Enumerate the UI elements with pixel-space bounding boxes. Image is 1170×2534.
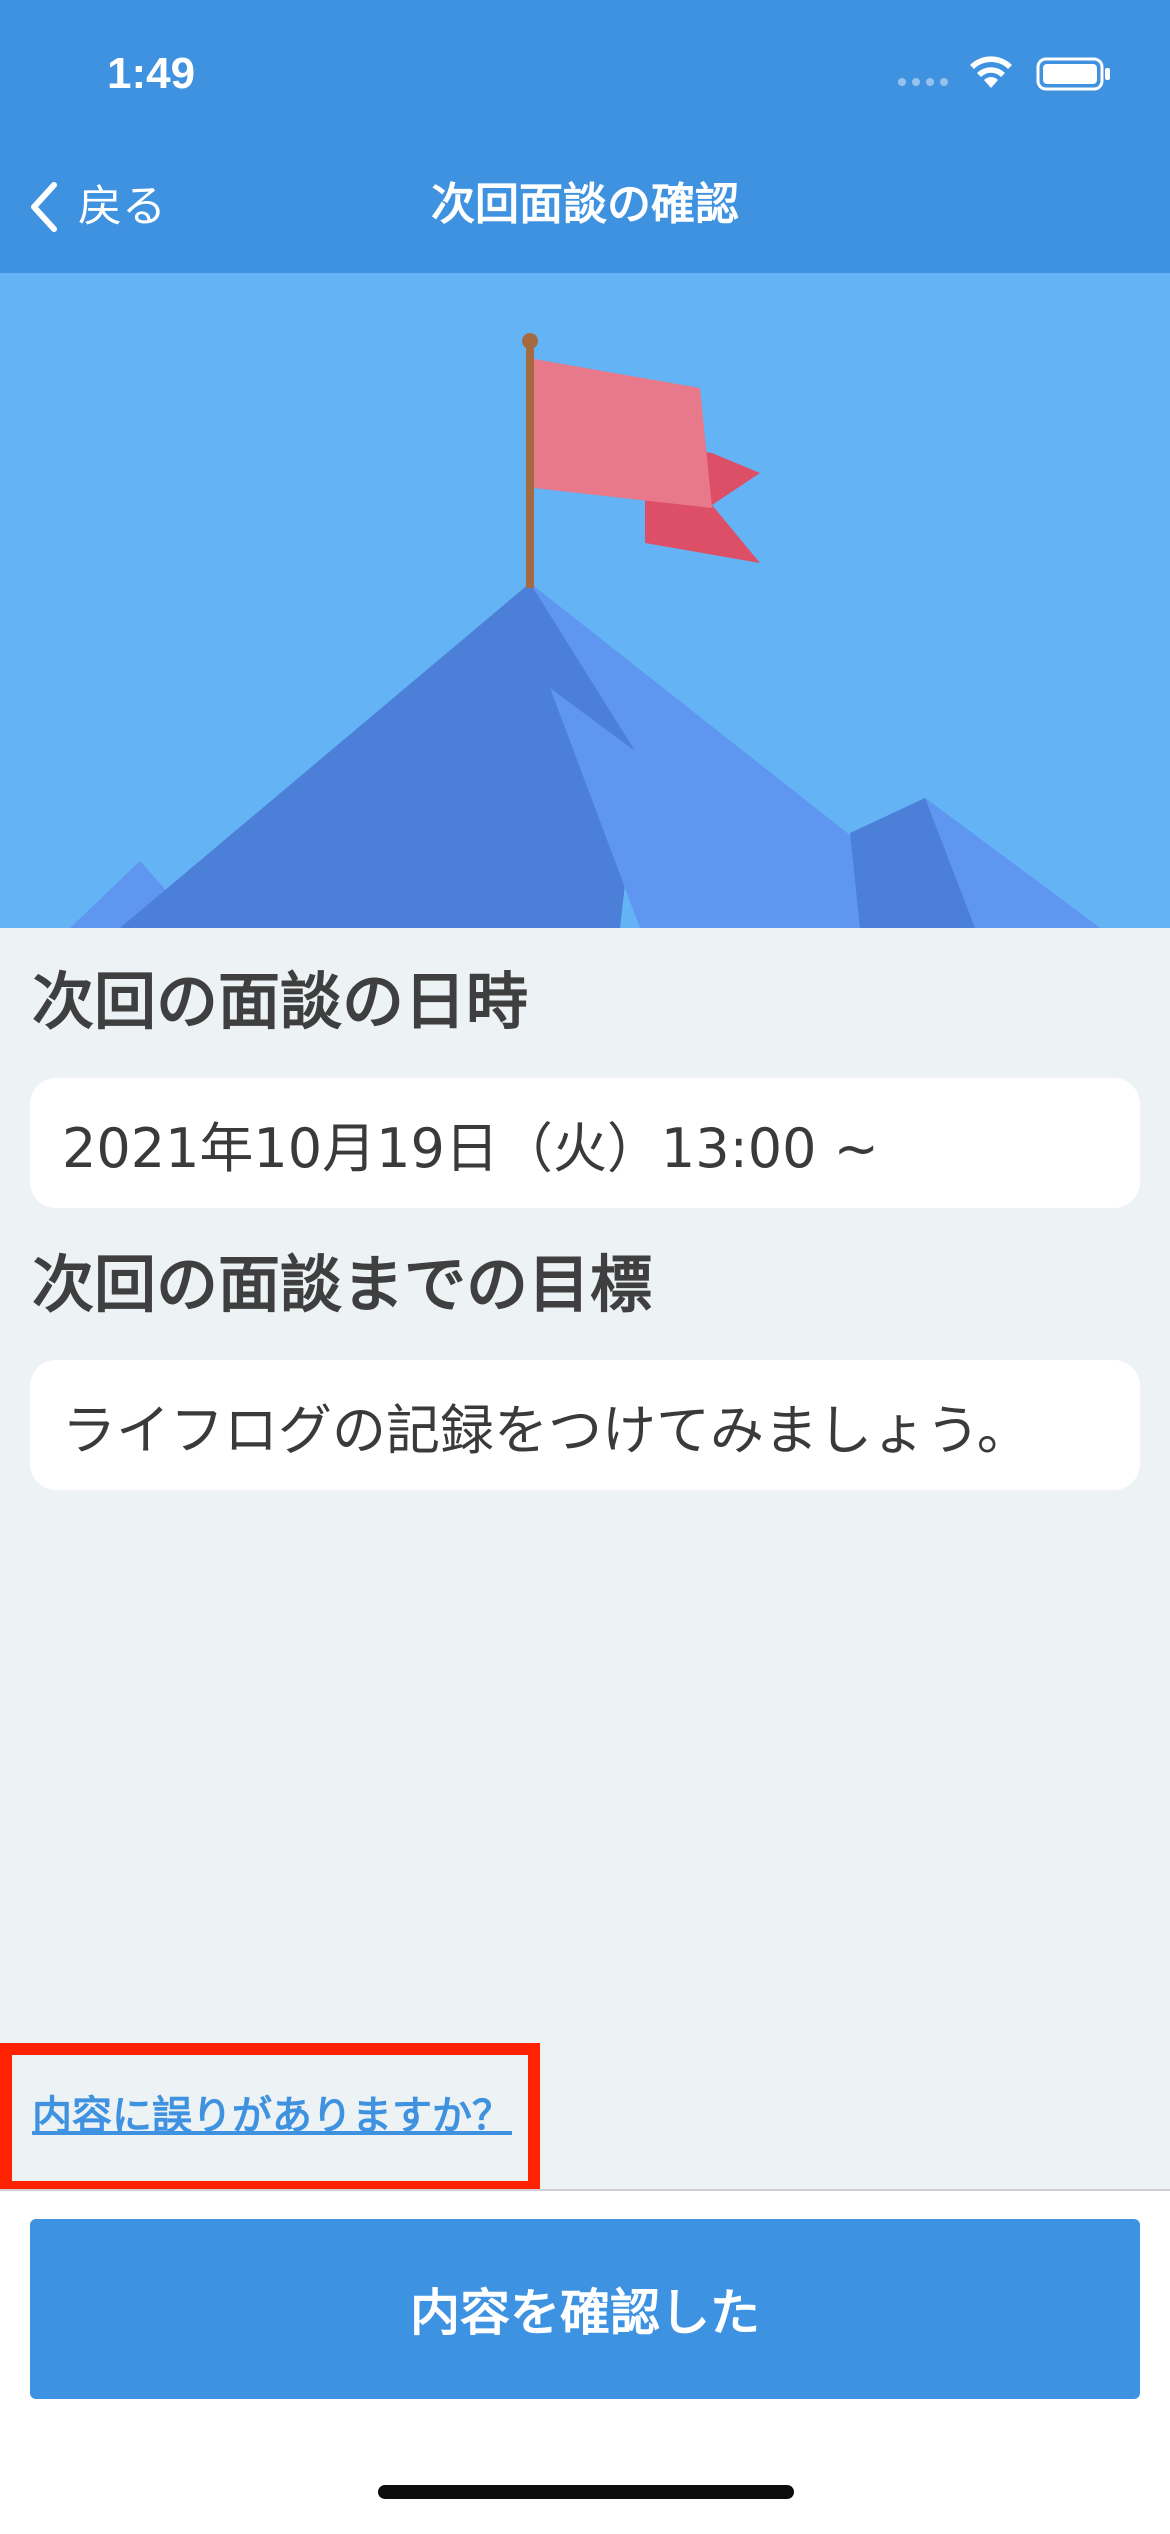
mountain-flag-illustration bbox=[0, 273, 1170, 928]
top-header: 1:49 戻る 次回面談の確認 bbox=[0, 0, 1170, 273]
status-time: 1:49 bbox=[107, 49, 196, 98]
goal-value-card: ライフログの記録をつけてみましょう。 bbox=[30, 1360, 1140, 1490]
home-indicator bbox=[378, 2485, 794, 2499]
battery-icon bbox=[1036, 57, 1110, 91]
report-error-link[interactable]: 内容に誤りがありますか？ bbox=[32, 2085, 512, 2147]
footer: 内容を確認した bbox=[0, 2189, 1170, 2534]
page-title: 次回面談の確認 bbox=[431, 179, 739, 230]
date-value-card: 2021年10月19日（火）13:00 ~ bbox=[30, 1078, 1140, 1208]
goal-section-title: 次回の面談までの目標 bbox=[32, 1248, 653, 1321]
signal-icon bbox=[898, 78, 948, 86]
confirm-button[interactable]: 内容を確認した bbox=[30, 2219, 1140, 2399]
status-icons bbox=[898, 50, 1118, 100]
mountain-flag-illustration-svg bbox=[0, 273, 1170, 928]
date-section-title: 次回の面談の日時 bbox=[32, 965, 529, 1038]
wifi-icon bbox=[970, 56, 1012, 88]
